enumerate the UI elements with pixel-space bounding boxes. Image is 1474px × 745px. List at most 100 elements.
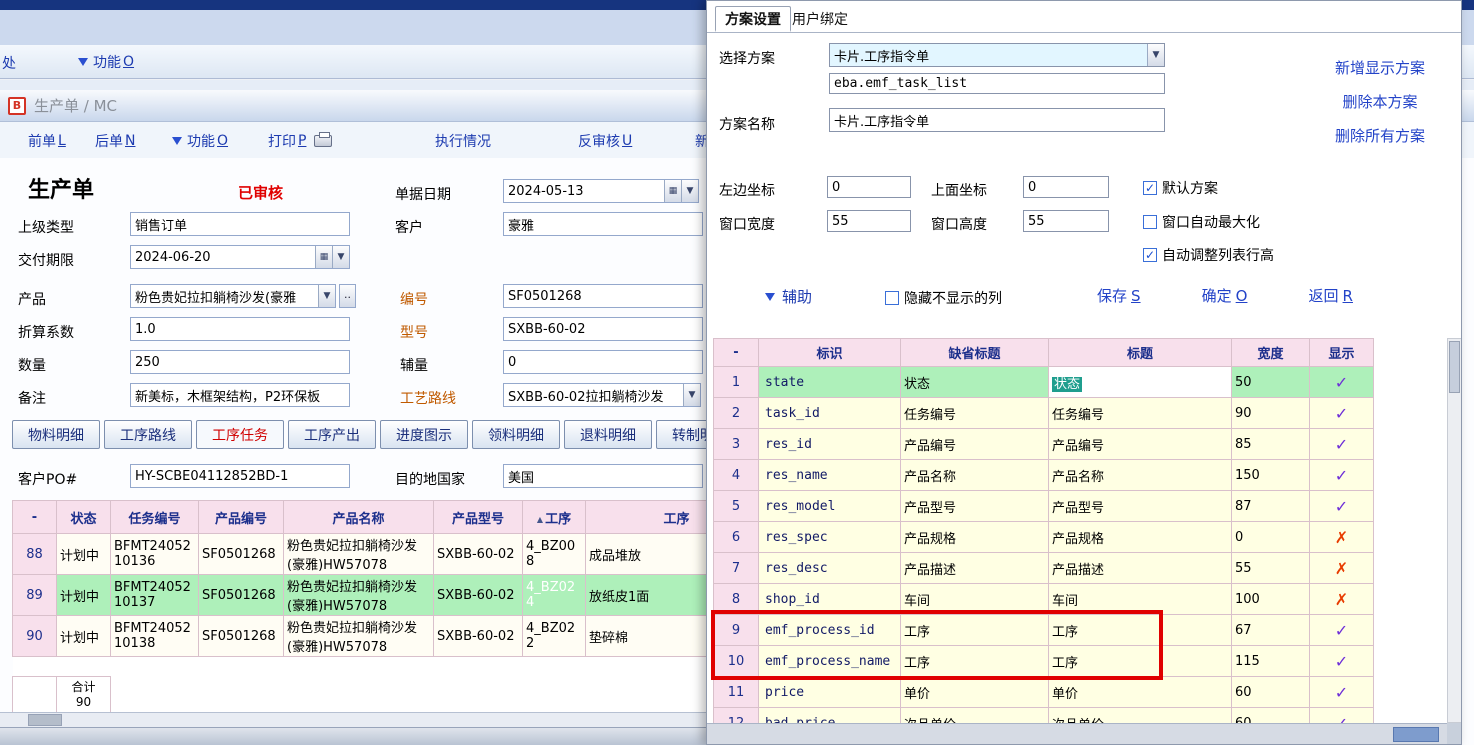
- show-cell[interactable]: ✗: [1310, 553, 1374, 584]
- default-title-cell[interactable]: 产品描述: [901, 553, 1049, 584]
- tab-领料明细[interactable]: 领料明细: [472, 420, 560, 449]
- row-number-cell[interactable]: 3: [714, 429, 759, 460]
- product-input[interactable]: [131, 285, 318, 307]
- toolbar-item-5[interactable]: 反审核U: [578, 131, 632, 151]
- tab-进度图示[interactable]: 进度图示: [380, 420, 468, 449]
- show-cell[interactable]: ✓: [1310, 429, 1374, 460]
- default-title-cell[interactable]: 产品规格: [901, 522, 1049, 553]
- row-number-cell[interactable]: 2: [714, 398, 759, 429]
- identifier-cell[interactable]: res_name: [759, 460, 901, 491]
- default-title-cell[interactable]: 状态: [901, 367, 1049, 398]
- column-header[interactable]: -: [13, 501, 57, 534]
- title-cell[interactable]: 状态: [1049, 367, 1232, 398]
- dropdown-arrow-icon[interactable]: ▼: [1147, 44, 1164, 66]
- tab-工序路线[interactable]: 工序路线: [104, 420, 192, 449]
- width-cell[interactable]: 85: [1232, 429, 1310, 460]
- po-input[interactable]: [130, 464, 350, 488]
- deadline-input[interactable]: [131, 246, 315, 268]
- width-cell[interactable]: 67: [1232, 615, 1310, 646]
- deadline-field[interactable]: ▦ ▼: [130, 245, 350, 269]
- dropdown-arrow-icon[interactable]: ▼: [332, 246, 349, 268]
- default-title-cell[interactable]: 工序: [901, 615, 1049, 646]
- horizontal-scrollbar[interactable]: [0, 712, 706, 727]
- row-number-cell[interactable]: 90: [13, 616, 57, 657]
- identifier-cell[interactable]: price: [759, 677, 901, 708]
- tab-退料明细[interactable]: 退料明细: [564, 420, 652, 449]
- identifier-cell[interactable]: emf_process_id: [759, 615, 901, 646]
- identifier-cell[interactable]: res_id: [759, 429, 901, 460]
- toolbar-item-2[interactable]: 功能O: [172, 131, 228, 151]
- title-cell[interactable]: 任务编号: [1049, 398, 1232, 429]
- link-删除所有方案[interactable]: 删除所有方案: [1335, 125, 1425, 146]
- row-number-cell[interactable]: 5: [714, 491, 759, 522]
- title-cell[interactable]: 产品规格: [1049, 522, 1232, 553]
- title-cell[interactable]: 产品名称: [1049, 460, 1232, 491]
- data-cell[interactable]: 粉色贵妃拉扣躺椅沙发(豪雅)HW57078: [284, 534, 434, 575]
- dialog-tab-用户绑定[interactable]: 用户绑定: [783, 6, 857, 32]
- data-cell[interactable]: 计划中: [57, 575, 111, 616]
- toolbar-item-1[interactable]: 后单N: [95, 131, 135, 151]
- width-cell[interactable]: 115: [1232, 646, 1310, 677]
- scheme-select-input[interactable]: [830, 44, 1147, 66]
- toolbar-item-0[interactable]: 前单L: [28, 131, 66, 151]
- remark-input[interactable]: [130, 383, 350, 407]
- printer-icon[interactable]: [314, 135, 332, 147]
- title-cell[interactable]: 产品描述: [1049, 553, 1232, 584]
- calendar-icon[interactable]: ▦: [664, 180, 681, 202]
- show-cell[interactable]: ✓: [1310, 491, 1374, 522]
- checkbox-auto-row-height[interactable]: ✓自动调整列表行高: [1143, 245, 1274, 265]
- checkbox-hide-columns[interactable]: 隐藏不显示的列: [885, 288, 1002, 308]
- width-cell[interactable]: 90: [1232, 398, 1310, 429]
- checkbox-auto-maximize[interactable]: 窗口自动最大化: [1143, 212, 1260, 232]
- column-header[interactable]: 状态: [57, 501, 111, 534]
- left-coord-input[interactable]: [827, 176, 911, 198]
- row-number-cell[interactable]: 4: [714, 460, 759, 491]
- link-删除本方案[interactable]: 删除本方案: [1342, 91, 1417, 112]
- title-cell[interactable]: 产品编号: [1049, 429, 1232, 460]
- default-title-cell[interactable]: 单价: [901, 677, 1049, 708]
- row-number-cell[interactable]: 89: [13, 575, 57, 616]
- column-header[interactable]: 显示: [1310, 339, 1374, 367]
- product-field[interactable]: ▼: [130, 284, 336, 308]
- show-cell[interactable]: ✗: [1310, 584, 1374, 615]
- scheme-name-input[interactable]: [829, 108, 1165, 132]
- customer-input[interactable]: [503, 212, 703, 236]
- column-header[interactable]: -: [714, 339, 759, 367]
- scrollbar-thumb[interactable]: [1393, 727, 1439, 742]
- dialog-tab-方案设置[interactable]: 方案设置: [715, 6, 791, 32]
- row-number-cell[interactable]: 10: [714, 646, 759, 677]
- default-title-cell[interactable]: 产品型号: [901, 491, 1049, 522]
- default-title-cell[interactable]: 产品名称: [901, 460, 1049, 491]
- column-header[interactable]: 标识: [759, 339, 901, 367]
- default-title-cell[interactable]: 车间: [901, 584, 1049, 615]
- assist-menu[interactable]: 辅助: [765, 286, 812, 307]
- data-cell[interactable]: 4_BZ022: [523, 616, 586, 657]
- code-input[interactable]: [503, 284, 703, 308]
- column-header[interactable]: 宽度: [1232, 339, 1310, 367]
- route-input[interactable]: [504, 384, 683, 406]
- data-cell[interactable]: SXBB-60-02: [434, 616, 523, 657]
- link-新增显示方案[interactable]: 新增显示方案: [1335, 57, 1425, 78]
- data-cell[interactable]: BFMT2405210137: [111, 575, 199, 616]
- action-保存[interactable]: 保存S: [1097, 285, 1141, 306]
- identifier-cell[interactable]: res_desc: [759, 553, 901, 584]
- tab-工序任务[interactable]: 工序任务: [196, 420, 284, 449]
- data-cell[interactable]: BFMT2405210136: [111, 534, 199, 575]
- product-lookup-button[interactable]: ..: [339, 284, 356, 308]
- width-cell[interactable]: 55: [1232, 553, 1310, 584]
- show-cell[interactable]: ✓: [1310, 460, 1374, 491]
- width-cell[interactable]: 150: [1232, 460, 1310, 491]
- scrollbar-thumb[interactable]: [1449, 341, 1460, 393]
- dropdown-arrow-icon[interactable]: ▼: [318, 285, 335, 307]
- title-cell[interactable]: 工序: [1049, 615, 1232, 646]
- dropdown-arrow-icon[interactable]: ▼: [683, 384, 700, 406]
- identifier-cell[interactable]: emf_process_name: [759, 646, 901, 677]
- calendar-icon[interactable]: ▦: [315, 246, 332, 268]
- toolbar-item-3[interactable]: 打印P: [268, 131, 332, 151]
- data-cell[interactable]: SF0501268: [199, 534, 284, 575]
- country-input[interactable]: [503, 464, 703, 488]
- row-number-cell[interactable]: 6: [714, 522, 759, 553]
- data-cell[interactable]: SXBB-60-02: [434, 534, 523, 575]
- doc-date-field[interactable]: ▦ ▼: [503, 179, 699, 203]
- title-cell[interactable]: 产品型号: [1049, 491, 1232, 522]
